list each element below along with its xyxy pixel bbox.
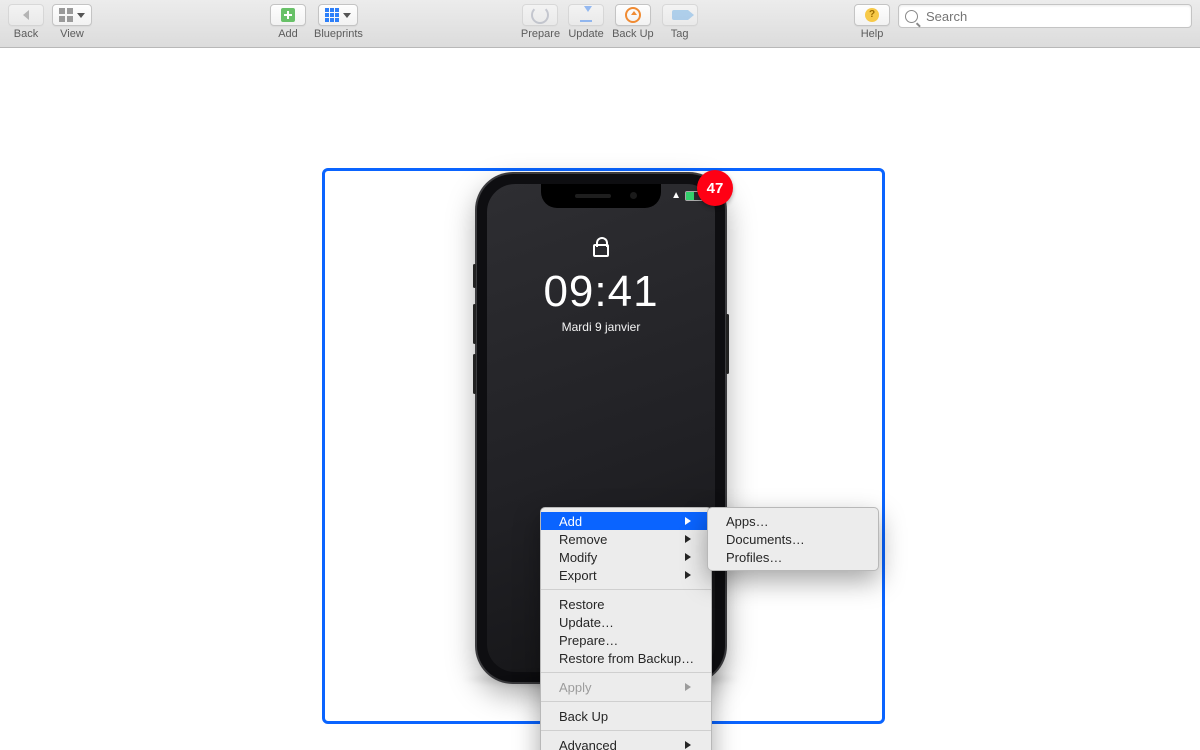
blueprints-label: Blueprints [314, 28, 363, 40]
menu-separator [541, 589, 711, 590]
lock-date: Mardi 9 janvier [487, 320, 715, 334]
grid-icon [59, 8, 73, 22]
help-button[interactable]: ? Help [854, 4, 890, 40]
blueprints-icon [325, 8, 339, 22]
phone-notch-icon [541, 184, 661, 208]
search-input[interactable] [924, 8, 1185, 25]
update-button[interactable]: Update [568, 4, 604, 40]
view-button[interactable]: View [52, 4, 92, 40]
toolbar: Back View Add Blueprints Prepare Update [0, 0, 1200, 48]
tag-label: Tag [671, 28, 689, 40]
menu-item-remove[interactable]: Remove [541, 530, 711, 548]
menu-item-modify[interactable]: Modify [541, 548, 711, 566]
menu-item-apply: Apply [541, 678, 711, 696]
wifi-icon: ▲ [671, 190, 681, 201]
menu-item-restore-backup[interactable]: Restore from Backup… [541, 649, 711, 667]
view-label: View [60, 28, 84, 40]
tag-icon [672, 10, 688, 20]
backup-label: Back Up [612, 28, 654, 40]
back-button[interactable]: Back [8, 4, 44, 40]
help-label: Help [861, 28, 884, 40]
chevron-right-icon [685, 571, 691, 579]
prepare-label: Prepare [521, 28, 560, 40]
download-icon [580, 8, 592, 22]
menu-item-restore[interactable]: Restore [541, 595, 711, 613]
chevron-down-icon [77, 13, 85, 18]
plus-icon [281, 8, 295, 22]
chevron-right-icon [685, 741, 691, 749]
chevron-right-icon [685, 535, 691, 543]
submenu-item-profiles[interactable]: Profiles… [708, 548, 878, 566]
prepare-button[interactable]: Prepare [521, 4, 560, 40]
notification-badge: 47 [697, 170, 733, 206]
menu-separator [541, 730, 711, 731]
menu-item-advanced[interactable]: Advanced [541, 736, 711, 750]
add-button[interactable]: Add [270, 4, 306, 40]
blueprints-button[interactable]: Blueprints [314, 4, 363, 40]
tag-button[interactable]: Tag [662, 4, 698, 40]
backup-button[interactable]: Back Up [612, 4, 654, 40]
add-label: Add [278, 28, 298, 40]
menu-item-export[interactable]: Export [541, 566, 711, 584]
back-label: Back [14, 28, 38, 40]
lock-time: 09:41 [487, 270, 715, 314]
submenu-item-documents[interactable]: Documents… [708, 530, 878, 548]
chevron-right-icon [685, 683, 691, 691]
content-area: ▲ 09:41 Mardi 9 janvier 47 Add Remove Mo… [0, 48, 1200, 750]
chevron-left-icon [23, 10, 29, 20]
menu-item-add[interactable]: Add [541, 512, 711, 530]
context-submenu: Apps… Documents… Profiles… [707, 507, 879, 571]
menu-separator [541, 701, 711, 702]
backup-icon [625, 7, 641, 23]
menu-item-backup[interactable]: Back Up [541, 707, 711, 725]
lock-icon [593, 244, 609, 257]
menu-separator [541, 672, 711, 673]
search-field[interactable] [898, 4, 1192, 28]
context-menu: Add Remove Modify Export Restore Update…… [540, 507, 712, 750]
prepare-icon [531, 6, 549, 24]
update-label: Update [568, 28, 603, 40]
menu-item-prepare[interactable]: Prepare… [541, 631, 711, 649]
menu-item-update[interactable]: Update… [541, 613, 711, 631]
help-icon: ? [865, 8, 879, 22]
submenu-item-apps[interactable]: Apps… [708, 512, 878, 530]
chevron-right-icon [685, 553, 691, 561]
chevron-down-icon [343, 13, 351, 18]
search-icon [905, 10, 918, 23]
chevron-right-icon [685, 517, 691, 525]
